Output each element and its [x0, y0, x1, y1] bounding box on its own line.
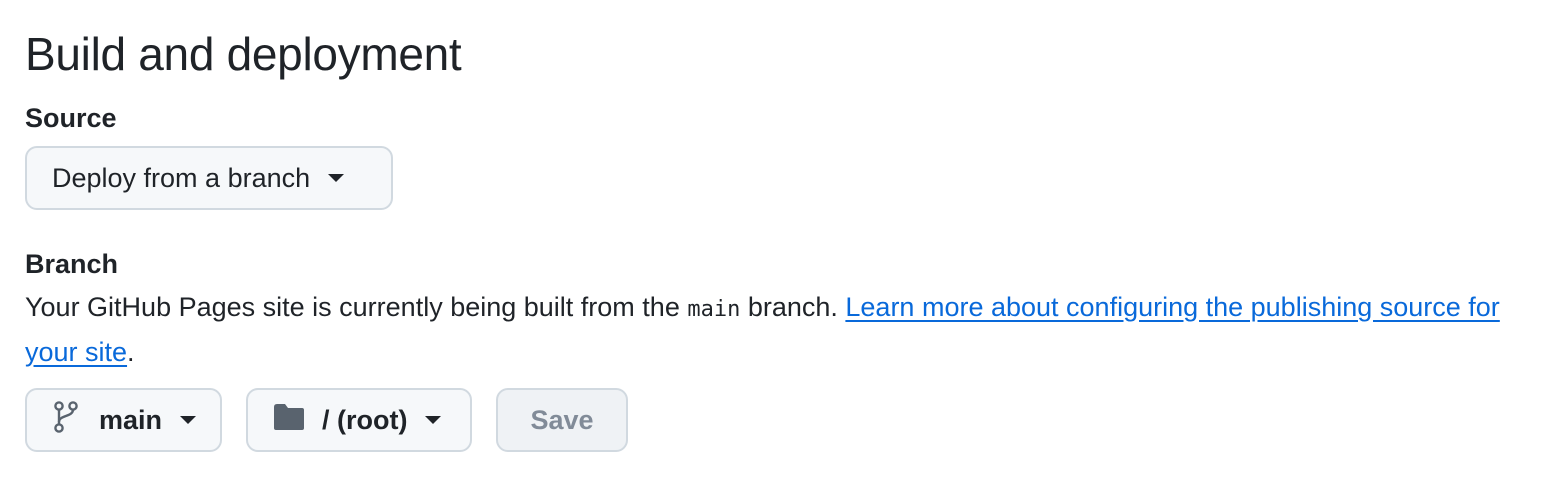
- description-text-post: branch.: [740, 292, 846, 322]
- description-period: .: [127, 337, 135, 367]
- folder-dropdown-button[interactable]: / (root): [246, 388, 472, 452]
- folder-icon: [272, 403, 306, 438]
- git-branch-icon: [53, 400, 79, 440]
- triangle-down-icon: [180, 416, 197, 424]
- source-dropdown-value: Deploy from a branch: [52, 162, 311, 193]
- branch-name-code: main: [687, 297, 741, 322]
- triangle-down-icon: [425, 416, 442, 424]
- source-dropdown-button[interactable]: Deploy from a branch: [25, 146, 393, 210]
- save-button[interactable]: Save: [496, 388, 628, 452]
- branch-dropdown-value: main: [99, 404, 163, 435]
- branch-description: Your GitHub Pages site is currently bein…: [25, 286, 1525, 373]
- triangle-down-icon: [328, 174, 345, 182]
- branch-label: Branch: [25, 249, 119, 279]
- branch-dropdown-button[interactable]: main: [25, 388, 222, 452]
- source-label: Source: [25, 103, 117, 133]
- description-text-pre: Your GitHub Pages site is currently bein…: [25, 292, 688, 322]
- section-title: Build and deployment: [25, 28, 462, 80]
- folder-dropdown-value: / (root): [322, 404, 408, 435]
